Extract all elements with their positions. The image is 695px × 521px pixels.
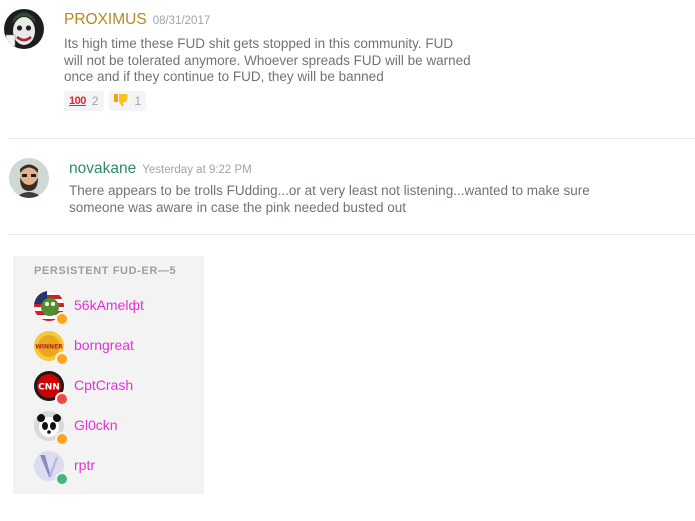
message-line: someone was aware in case the pink neede… (69, 199, 406, 215)
message-line: once and if they continue to FUD, they w… (64, 69, 384, 84)
author-name[interactable]: PROXIMUS (64, 11, 147, 28)
member-name: 56kAmelфt (74, 297, 144, 313)
message-line: Its high time these FUD shit gets stoppe… (64, 36, 454, 51)
avatar-proximus[interactable] (4, 9, 44, 49)
member-item[interactable]: 56kAmelфt (34, 291, 199, 326)
reaction-hundred-points[interactable]: 100 2 (64, 91, 104, 111)
idle-status-icon (55, 432, 69, 446)
member-item[interactable]: WINNER borngreat (34, 331, 199, 366)
message-timestamp: 08/31/2017 (152, 15, 211, 27)
dnd-status-icon (55, 392, 69, 406)
bearded-man-avatar-icon (9, 158, 49, 198)
message-text: Its high time these FUD shit gets stoppe… (64, 36, 471, 86)
joker-face-icon (4, 9, 44, 49)
member-name: borngreat (74, 337, 134, 353)
message-timestamp: Yesterday at 9:22 PM (142, 164, 252, 176)
member-name: Gl0ckn (74, 417, 118, 433)
reaction-thumbs-down[interactable]: 1 (108, 91, 147, 111)
hundred-points-icon: 100 (69, 95, 86, 107)
member-item[interactable]: rptr (34, 451, 199, 486)
author-name[interactable]: novakane (69, 160, 136, 177)
svg-text:CNN: CNN (38, 383, 60, 393)
member-name: rptr (74, 457, 95, 473)
member-list-panel: PERSISTENT FUD-ER—5 56kAmelфt WINNER bor… (13, 256, 204, 494)
idle-status-icon (55, 312, 69, 326)
message-divider (8, 138, 695, 139)
message-divider (8, 234, 695, 235)
online-status-icon (55, 472, 69, 486)
reaction-count: 1 (134, 94, 142, 108)
avatar-novakane[interactable] (9, 158, 49, 198)
idle-status-icon (55, 352, 69, 366)
reactions-bar: 100 2 1 (64, 91, 147, 111)
message-line: will not be tolerated anymore. Whoever s… (64, 52, 471, 68)
svg-text:WINNER: WINNER (35, 344, 63, 351)
member-name: CptCrash (74, 377, 134, 393)
reaction-count: 2 (91, 94, 99, 108)
member-item[interactable]: Gl0ckn (34, 411, 199, 446)
message-text: There appears to be trolls FUdding...or … (69, 183, 590, 216)
member-group-heading: PERSISTENT FUD-ER—5 (34, 265, 177, 277)
message-line: There appears to be trolls FUdding...or … (69, 183, 590, 198)
thumbs-down-icon (113, 93, 129, 110)
member-item[interactable]: CNN CptCrash (34, 371, 199, 406)
